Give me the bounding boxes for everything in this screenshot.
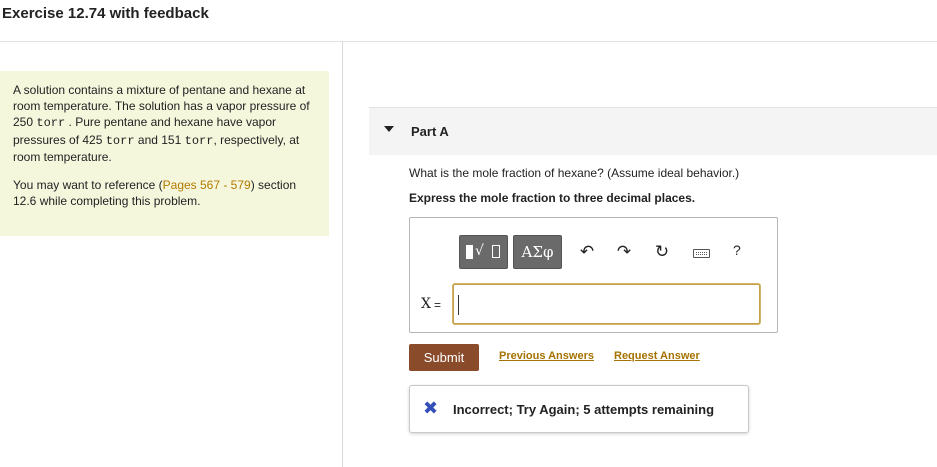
textbook-pages-link[interactable]: Pages 567 - 579 xyxy=(163,178,251,192)
x-mark-icon: ✖ xyxy=(423,398,439,419)
greek-letters-button[interactable]: ΑΣφ xyxy=(513,235,562,269)
collapse-caret-icon[interactable] xyxy=(384,126,394,132)
submit-button[interactable]: Submit xyxy=(409,344,479,371)
help-icon[interactable]: ? xyxy=(733,242,741,258)
feedback-message: ✖ Incorrect; Try Again; 5 attempts remai… xyxy=(409,385,749,433)
part-a-header[interactable] xyxy=(369,108,937,155)
answer-editor: √ ΑΣφ ↶ ↷ ↻ ? X = xyxy=(409,217,778,333)
answer-variable: X xyxy=(421,296,431,312)
previous-answers-link[interactable]: Previous Answers xyxy=(499,350,594,362)
equals-sign: = xyxy=(434,298,442,312)
unit-torr: torr xyxy=(184,133,214,148)
reset-icon[interactable]: ↻ xyxy=(651,241,673,263)
unit-torr: torr xyxy=(36,116,66,131)
keyboard-icon[interactable] xyxy=(693,249,710,258)
page-header: Exercise 12.74 with feedback xyxy=(0,0,937,42)
page-title: Exercise 12.74 with feedback xyxy=(2,5,209,22)
problem-statement: A solution contains a mixture of pentane… xyxy=(0,71,329,236)
part-title[interactable]: Part A xyxy=(411,124,449,139)
templates-icon xyxy=(466,245,473,259)
question-text: What is the mole fraction of hexane? (As… xyxy=(409,166,740,180)
instruction-text: Express the mole fraction to three decim… xyxy=(409,191,696,205)
request-answer-link[interactable]: Request Answer xyxy=(614,350,700,362)
templates-button[interactable]: √ xyxy=(459,235,508,269)
mole-fraction-input[interactable] xyxy=(453,284,760,324)
redo-icon[interactable]: ↷ xyxy=(613,241,635,263)
problem-paragraph-2: You may want to reference (Pages 567 - 5… xyxy=(13,178,297,209)
feedback-text: Incorrect; Try Again; 5 attempts remaini… xyxy=(453,402,715,417)
problem-paragraph-1: A solution contains a mixture of pentane… xyxy=(13,83,310,164)
problem-column: A solution contains a mixture of pentane… xyxy=(0,41,343,467)
undo-icon[interactable]: ↶ xyxy=(576,241,598,263)
unit-torr: torr xyxy=(105,133,135,148)
text-cursor xyxy=(458,295,459,315)
